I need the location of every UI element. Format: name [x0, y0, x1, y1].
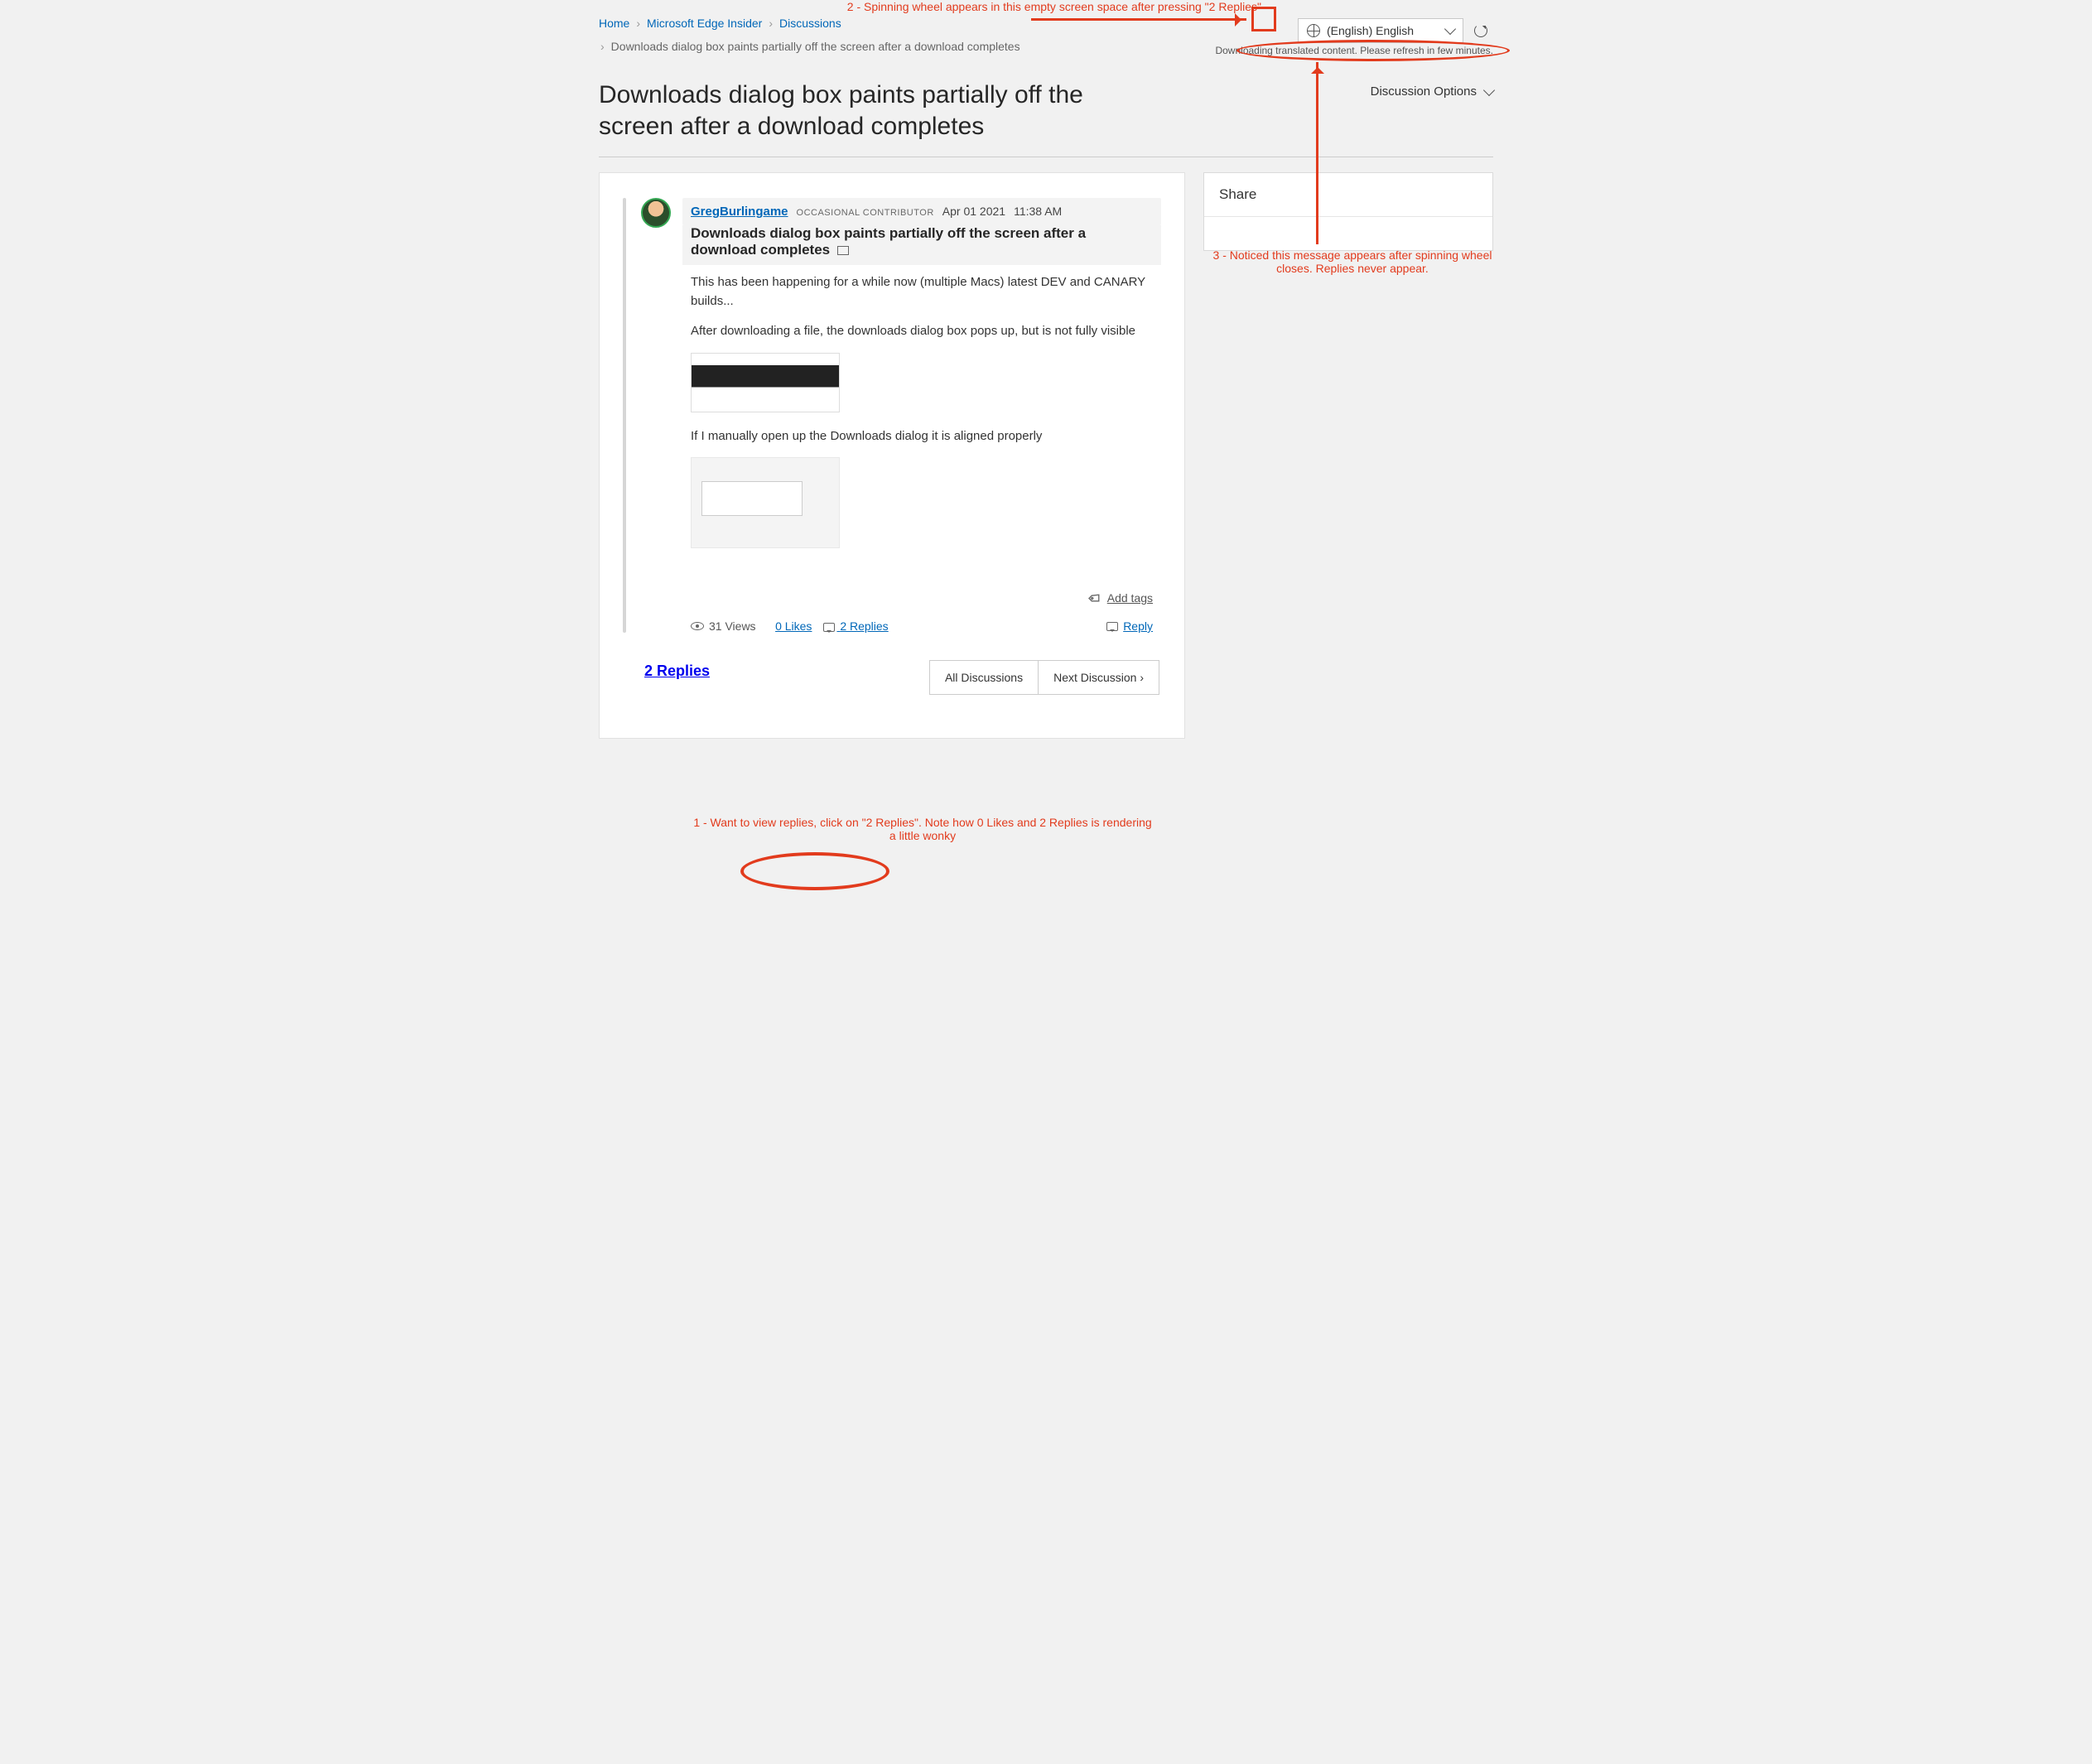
page-title: Downloads dialog box paints partially of… [599, 80, 1129, 142]
post-paragraph: This has been happening for a while now … [691, 273, 1153, 311]
post-paragraph: After downloading a file, the downloads … [691, 322, 1153, 341]
eye-icon [691, 622, 704, 630]
annotation-text-1: 1 - Want to view replies, click on "2 Re… [691, 816, 1154, 842]
share-panel: Share [1203, 172, 1493, 251]
views-text: 31 Views [709, 619, 756, 633]
post-header: GregBurlingame OCCASIONAL CONTRIBUTOR Ap… [682, 198, 1161, 225]
post-date: Apr 01 2021 [942, 205, 1005, 218]
next-discussion-button[interactable]: Next Discussion › [1039, 660, 1159, 695]
views-count: 31 Views [691, 619, 756, 633]
chevron-down-icon [1444, 23, 1456, 35]
breadcrumb-sep: › [769, 17, 773, 30]
avatar[interactable] [641, 198, 671, 228]
refresh-button[interactable] [1468, 18, 1493, 43]
post-time: 11:38 AM [1014, 205, 1062, 218]
post-paragraph: If I manually open up the Downloads dial… [691, 427, 1153, 446]
post-image-1[interactable] [691, 353, 840, 412]
language-label: (English) English [1327, 24, 1414, 37]
globe-icon [1307, 24, 1320, 37]
breadcrumb-home[interactable]: Home [599, 17, 629, 30]
share-panel-title: Share [1204, 173, 1492, 217]
breadcrumb-current: Downloads dialog box paints partially of… [611, 40, 1020, 53]
breadcrumb-board[interactable]: Discussions [779, 17, 841, 30]
breadcrumb-sep: › [636, 17, 640, 30]
reply-button[interactable]: Reply [1106, 619, 1153, 633]
translate-status-message: Downloading translated content. Please r… [1215, 45, 1493, 56]
post-image-2[interactable] [691, 457, 840, 548]
speech-icon [823, 623, 835, 632]
add-tags-link[interactable]: Add tags [1107, 591, 1153, 605]
breadcrumb-sep: › [600, 40, 605, 53]
post-card: GregBurlingame OCCASIONAL CONTRIBUTOR Ap… [599, 172, 1185, 739]
tag-icon [1086, 589, 1105, 608]
post-author-link[interactable]: GregBurlingame [691, 205, 788, 219]
attachment-icon [837, 246, 849, 255]
thread-left-bar [623, 198, 626, 633]
replies-text: 2 Replies [840, 619, 888, 633]
annotation-text-2: 2 - Spinning wheel appears in this empty… [798, 0, 1261, 13]
post-body: This has been happening for a while now … [682, 265, 1161, 575]
replies-heading[interactable]: 2 Replies [644, 663, 710, 680]
discussion-options-label: Discussion Options [1371, 84, 1477, 99]
post-title-text: Downloads dialog box paints partially of… [691, 225, 1086, 258]
speech-icon [1106, 622, 1118, 631]
post-author-rank: OCCASIONAL CONTRIBUTOR [797, 208, 934, 218]
all-discussions-button[interactable]: All Discussions [929, 660, 1039, 695]
post-title: Downloads dialog box paints partially of… [682, 225, 1161, 265]
annotation-ellipse-1 [740, 852, 889, 890]
discussion-options-menu[interactable]: Discussion Options [1371, 84, 1493, 99]
likes-link[interactable]: 0 Likes [775, 619, 812, 633]
breadcrumb-community[interactable]: Microsoft Edge Insider [647, 17, 762, 30]
language-selector[interactable]: (English) English [1298, 18, 1463, 43]
replies-link[interactable]: 2 Replies [823, 619, 888, 633]
reply-label: Reply [1123, 619, 1153, 633]
refresh-icon [1474, 24, 1487, 37]
share-panel-body [1204, 217, 1492, 250]
chevron-down-icon [1483, 84, 1495, 95]
